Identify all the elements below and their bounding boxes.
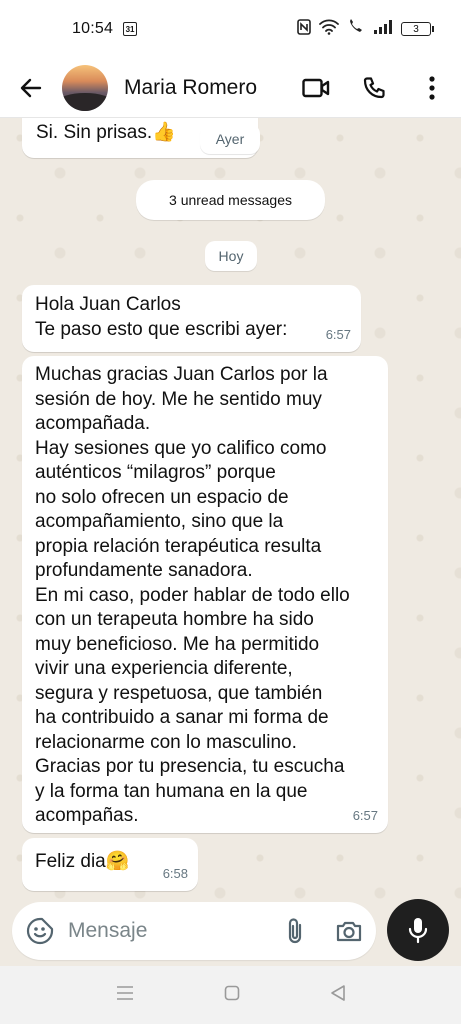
calendar-icon: 31 [123,22,138,36]
message-text: Feliz dia🤗 [35,851,130,872]
more-options-button[interactable] [403,58,461,118]
avatar[interactable] [62,64,108,111]
voice-call-button[interactable] [345,58,403,118]
status-icons: 3 [297,19,434,39]
more-vertical-icon [429,75,435,100]
chat-area[interactable]: Si. Sin prisas.👍 Ayer 3 unread messages … [0,118,461,908]
home-button[interactable] [224,985,240,1006]
square-icon [224,985,239,1000]
back-button[interactable] [0,58,62,118]
menu-lines-icon [116,985,133,1000]
unread-messages-banner: 3 unread messages [136,180,325,220]
date-separator-today: Hoy [205,241,257,271]
paperclip-icon [288,918,302,944]
arrow-left-icon [20,78,42,97]
status-bar: 10:54 31 3 [0,0,461,58]
attach-button[interactable] [268,902,322,960]
camera-button[interactable] [322,902,376,960]
wifi-icon [319,19,339,39]
contact-name[interactable]: Maria Romero [124,76,257,100]
voice-message-button[interactable] [387,899,449,961]
signal-icon [373,20,393,38]
battery-icon: 3 [401,22,434,36]
microphone-icon [408,918,428,944]
nfc-icon [297,19,311,39]
video-camera-icon [302,78,330,97]
recent-apps-button[interactable] [116,985,134,1006]
message-bubble[interactable]: Muchas gracias Juan Carlos por la sesión… [22,356,388,833]
message-bubble[interactable]: Feliz dia🤗 6:58 [22,838,198,891]
message-bubble[interactable]: Hola Juan Carlos Te paso esto que escrib… [22,285,361,352]
date-separator-yesterday: Ayer [200,124,260,154]
triangle-back-icon [330,984,345,1001]
message-text: Muchas gracias Juan Carlos por la sesión… [35,364,350,826]
status-time: 10:54 [72,20,114,37]
chat-header: Maria Romero [0,58,461,118]
message-time: 6:58 [162,865,188,881]
message-text: Si. Sin prisas.👍 [36,122,176,143]
phone-icon [363,76,385,98]
message-text: Hola Juan Carlos Te paso esto que escrib… [35,294,288,340]
message-input[interactable] [68,919,258,943]
emoji-button[interactable] [12,902,68,960]
message-composer [12,902,376,960]
video-call-button[interactable] [287,58,345,118]
message-time: 6:57 [352,807,378,823]
message-time: 6:57 [325,326,351,342]
system-navigation-bar [0,966,461,1024]
camera-icon [336,921,362,942]
sticker-smile-icon [26,917,54,945]
call-signal-icon [347,19,365,39]
back-nav-button[interactable] [330,984,346,1007]
